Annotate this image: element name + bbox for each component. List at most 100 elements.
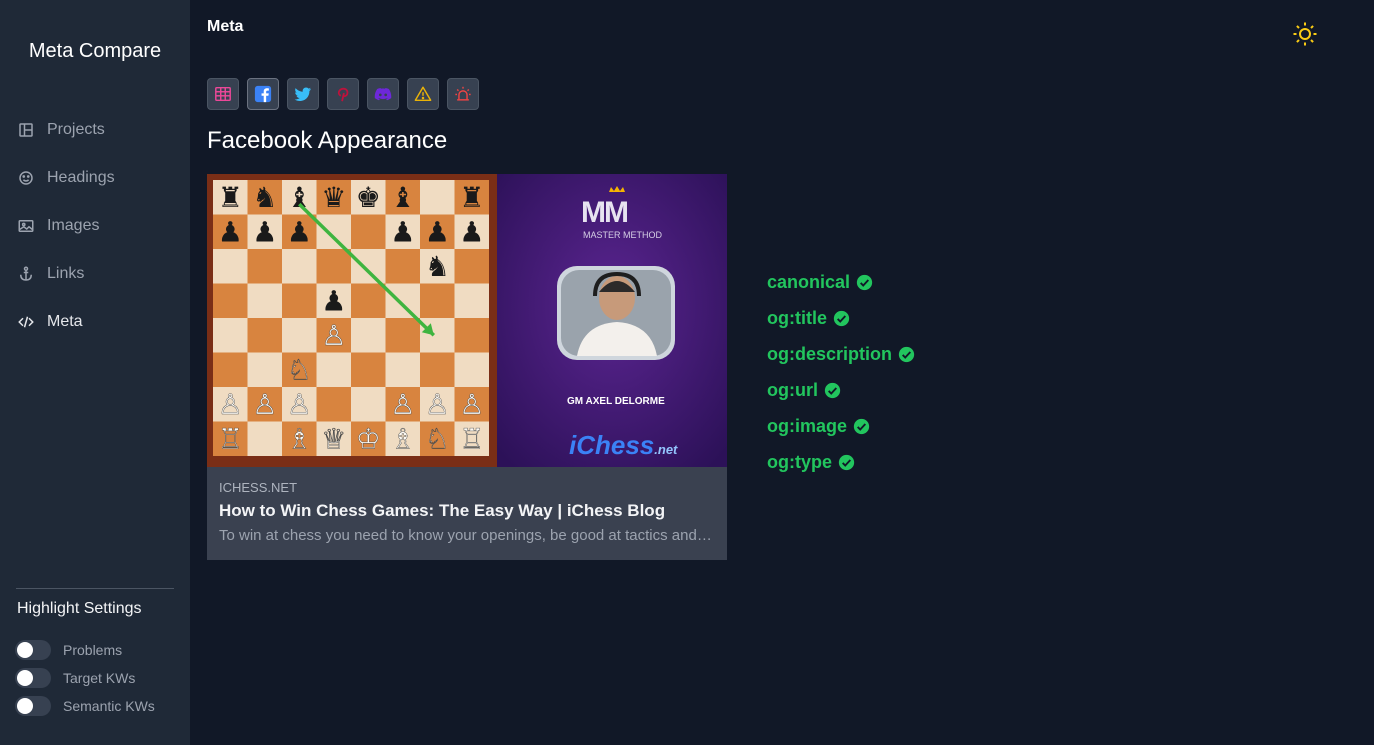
sidebar-item-links[interactable]: Links — [0, 250, 190, 298]
highlight-settings-title: Highlight Settings — [17, 600, 142, 617]
svg-text:♞: ♞ — [252, 181, 277, 214]
svg-text:♟: ♟ — [459, 215, 484, 248]
card-meta: ICHESS.NET How to Win Chess Games: The E… — [219, 480, 715, 544]
app-title: Meta Compare — [28, 40, 162, 62]
svg-text:♙: ♙ — [218, 388, 243, 421]
og-image-preview: ♜ ♞ ♝ ♛ ♚ ♝ ♜ ♟ ♟ ♟ ♟ ♟ ♟ ♞ ♟ ♙ ♘ ♙ ♙ ♙ ♙ ♙ ♙ ♖ ♗ ♕ ♔ ♗ ♘ ♖ — [207, 174, 727, 467]
svg-text:♟: ♟ — [425, 215, 450, 248]
check-circle-icon — [833, 310, 850, 326]
promo-logo: MM — [581, 196, 629, 229]
toggle-label: Problems — [63, 642, 123, 658]
check-canonical: canonical — [767, 264, 915, 300]
svg-text:♟: ♟ — [390, 215, 415, 248]
svg-text:♟: ♟ — [287, 215, 312, 248]
discord-icon — [374, 87, 392, 101]
svg-text:♞: ♞ — [425, 250, 450, 283]
warnings-button[interactable] — [407, 78, 439, 110]
smiley-icon — [17, 169, 35, 187]
highlight-toggles: Problems Target KWs Semantic KWs — [15, 636, 155, 720]
promo-brand-suffix: .net — [654, 442, 678, 457]
page-title: Meta — [207, 18, 244, 35]
facebook-preview-card[interactable]: ♜ ♞ ♝ ♛ ♚ ♝ ♜ ♟ ♟ ♟ ♟ ♟ ♟ ♞ ♟ ♙ ♘ ♙ ♙ ♙ ♙ ♙ ♙ ♖ ♗ ♕ ♔ ♗ ♘ ♖ — [207, 174, 727, 560]
promo-brand-name: iChess — [569, 430, 655, 460]
svg-text:♕: ♕ — [321, 422, 346, 455]
sidebar: Meta Compare Projects Headings Images Li… — [0, 0, 190, 745]
discord-button[interactable] — [367, 78, 399, 110]
promo-panel: MM MASTER METHOD GM AXEL DELORME iChess.… — [497, 174, 727, 467]
semantic-kws-toggle[interactable] — [15, 696, 51, 716]
facebook-button[interactable] — [247, 78, 279, 110]
sun-icon[interactable] — [1292, 21, 1318, 47]
card-title[interactable]: How to Win Chess Games: The Easy Way | i… — [219, 501, 715, 521]
pinterest-button[interactable] — [327, 78, 359, 110]
sidebar-item-label: Meta — [47, 313, 83, 330]
svg-text:♘: ♘ — [425, 422, 450, 455]
sidebar-item-headings[interactable]: Headings — [0, 154, 190, 202]
sidebar-item-label: Images — [47, 217, 100, 234]
svg-text:♙: ♙ — [390, 388, 415, 421]
check-label: canonical — [767, 271, 851, 292]
svg-text:♟: ♟ — [321, 284, 346, 317]
check-circle-icon — [824, 382, 841, 398]
svg-text:♖: ♖ — [459, 422, 484, 455]
svg-text:♔: ♔ — [356, 422, 381, 455]
layout-icon — [17, 121, 35, 139]
card-description: To win at chess you need to know your op… — [219, 527, 715, 544]
meta-toolbar — [207, 78, 487, 110]
svg-text:♙: ♙ — [287, 388, 312, 421]
target-kws-toggle[interactable] — [15, 668, 51, 688]
svg-text:♗: ♗ — [287, 422, 312, 455]
check-label: og:description — [767, 343, 892, 364]
svg-text:♜: ♜ — [218, 181, 243, 214]
check-circle-icon — [856, 274, 873, 290]
check-og-type: og:type — [767, 444, 915, 480]
problems-toggle[interactable] — [15, 640, 51, 660]
toggle-label: Semantic KWs — [63, 698, 155, 714]
check-og-url: og:url — [767, 372, 915, 408]
table-view-button[interactable] — [207, 78, 239, 110]
sidebar-item-label: Projects — [47, 121, 105, 138]
facebook-icon — [254, 85, 272, 103]
svg-text:♜: ♜ — [459, 181, 484, 214]
promo-caption: GM AXEL DELORME — [567, 396, 665, 407]
toggle-row-semantic-kws: Semantic KWs — [15, 692, 155, 720]
chessboard-image: ♜ ♞ ♝ ♛ ♚ ♝ ♜ ♟ ♟ ♟ ♟ ♟ ♟ ♞ ♟ ♙ ♘ ♙ ♙ ♙ ♙ ♙ ♙ ♖ ♗ ♕ ♔ ♗ ♘ ♖ — [207, 174, 497, 467]
check-circle-icon — [898, 346, 915, 362]
check-circle-icon — [838, 454, 855, 470]
section-title: Facebook Appearance — [207, 127, 448, 154]
toggle-knob — [17, 670, 33, 686]
sidebar-item-label: Headings — [47, 169, 115, 186]
sidebar-divider — [16, 588, 174, 589]
sidebar-item-meta[interactable]: Meta — [0, 298, 190, 346]
check-og-description: og:description — [767, 336, 915, 372]
anchor-icon — [17, 265, 35, 283]
check-circle-icon — [853, 418, 870, 434]
svg-text:♖: ♖ — [218, 422, 243, 455]
check-label: og:type — [767, 451, 832, 472]
svg-text:♛: ♛ — [321, 181, 346, 214]
toggle-label: Target KWs — [63, 670, 136, 686]
toggle-row-problems: Problems — [15, 636, 155, 664]
check-label: og:url — [767, 379, 818, 400]
sidebar-nav: Projects Headings Images Links Meta — [0, 106, 190, 346]
svg-text:♝: ♝ — [287, 181, 312, 214]
check-og-image: og:image — [767, 408, 915, 444]
sidebar-item-label: Links — [47, 265, 85, 282]
svg-text:♟: ♟ — [218, 215, 243, 248]
svg-text:♝: ♝ — [390, 181, 415, 214]
image-icon — [17, 217, 35, 235]
svg-text:♙: ♙ — [425, 388, 450, 421]
toggle-row-target-kws: Target KWs — [15, 664, 155, 692]
toggle-knob — [17, 698, 33, 714]
svg-text:♟: ♟ — [252, 215, 277, 248]
sidebar-item-images[interactable]: Images — [0, 202, 190, 250]
twitter-button[interactable] — [287, 78, 319, 110]
svg-text:♚: ♚ — [356, 181, 381, 214]
svg-text:♙: ♙ — [459, 388, 484, 421]
code-icon — [17, 313, 35, 331]
alerts-button[interactable] — [447, 78, 479, 110]
card-domain: ICHESS.NET — [219, 480, 298, 495]
check-label: og:title — [767, 307, 827, 328]
sidebar-item-projects[interactable]: Projects — [0, 106, 190, 154]
siren-icon — [455, 86, 471, 101]
